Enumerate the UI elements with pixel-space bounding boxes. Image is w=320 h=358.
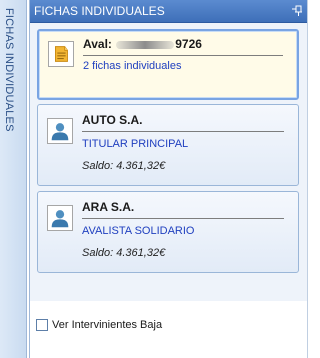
ver-bajas-label[interactable]: Ver Intervinientes Baja	[52, 319, 162, 331]
fichas-link[interactable]: 2 fichas individuales	[83, 60, 181, 72]
card-avalista[interactable]: ARA S.A. AVALISTA SOLIDARIO Saldo: 4.361…	[37, 191, 299, 273]
side-tab-label: FICHAS INDIVIDUALES	[3, 8, 15, 132]
role-link[interactable]: AVALISTA SOLIDARIO	[82, 225, 194, 237]
card-title: AUTO S.A.	[82, 113, 143, 127]
panel-footer: Ver Intervinientes Baja	[30, 301, 307, 358]
card-titular[interactable]: AUTO S.A. TITULAR PRINCIPAL Saldo: 4.361…	[37, 104, 299, 186]
panel-header: FICHAS INDIVIDUALES	[30, 0, 307, 23]
panel-title: FICHAS INDIVIDUALES	[34, 4, 165, 18]
card-separator	[83, 55, 283, 56]
card-aval[interactable]: Aval: 9726 2 fichas individuales	[37, 29, 299, 100]
redacted-mark	[116, 40, 175, 49]
cards-list: Aval: 9726 2 fichas individuales AUTO S.…	[30, 23, 307, 301]
person-icon	[47, 118, 73, 144]
role-link[interactable]: TITULAR PRINCIPAL	[82, 138, 188, 150]
card-title: ARA S.A.	[82, 200, 135, 214]
saldo-text: Saldo: 4.361,32€	[82, 247, 166, 259]
document-icon	[48, 41, 74, 67]
saldo-text: Saldo: 4.361,32€	[82, 160, 166, 172]
card-title: Aval: 9726	[83, 37, 202, 51]
card-separator	[82, 218, 284, 219]
card-separator	[82, 131, 284, 132]
ver-bajas-checkbox[interactable]	[36, 319, 48, 331]
fichas-panel: FICHAS INDIVIDUALES Aval: 9726 2 fichas …	[29, 0, 308, 358]
pin-icon[interactable]	[291, 5, 303, 17]
side-tab-fichas[interactable]: FICHAS INDIVIDUALES	[0, 0, 27, 358]
person-icon	[47, 205, 73, 231]
